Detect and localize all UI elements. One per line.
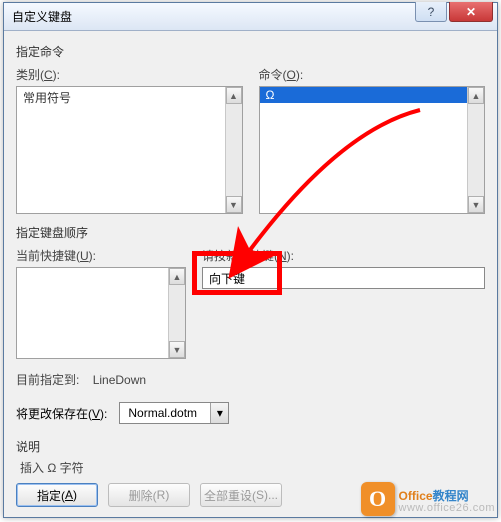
dialog-buttons: 指定(A) 删除(R) 全部重设(S)... [16,483,282,507]
command-label: 命令(O): [259,66,486,83]
command-listbox[interactable]: Ω ▲ ▼ [259,86,486,214]
current-shortcut-column: 当前快捷键(U): ▲ ▼ [16,247,186,359]
scroll-down-icon[interactable]: ▼ [226,196,242,213]
scroll-up-icon[interactable]: ▲ [468,87,484,104]
assign-button[interactable]: 指定(A) [16,483,98,507]
category-list-inner: 常用符号 [17,87,225,213]
command-row: 类别(C): 常用符号 ▲ ▼ 命令(O): [16,66,485,214]
dialog-title: 自定义键盘 [12,8,72,25]
scroll-up-icon[interactable]: ▲ [169,268,185,285]
watermark-url: www.office26.com [399,503,495,514]
currently-assigned-to: 目前指定到: LineDown [16,371,485,388]
reset-all-button: 全部重设(S)... [200,483,282,507]
close-icon: ✕ [466,5,476,19]
save-changes-line: 将更改保存在(V): Normal.dotm ▾ [16,402,485,424]
scroll-down-icon[interactable]: ▼ [468,196,484,213]
chevron-down-icon: ▾ [217,406,223,420]
new-shortcut-column: 请按新快捷键(N): [202,247,485,359]
help-icon: ? [428,5,435,19]
scroll-up-icon[interactable]: ▲ [226,87,242,104]
category-listbox[interactable]: 常用符号 ▲ ▼ [16,86,243,214]
watermark-text: Office教程网 www.office26.com [399,485,495,514]
watermark: O Office教程网 www.office26.com [361,482,495,516]
command-list-inner: Ω [260,87,468,213]
new-shortcut-label: 请按新快捷键(N): [202,247,485,264]
watermark-logo-icon: O [361,482,395,516]
titlebar-buttons: ? ✕ [415,2,493,22]
watermark-brand: Office教程网 [399,485,495,503]
command-scrollbar[interactable]: ▲ ▼ [467,87,484,213]
remove-button: 删除(R) [108,483,190,507]
customize-keyboard-dialog: 自定义键盘 ? ✕ 指定命令 类别(C): 常用符号 ▲ ▼ [3,2,498,518]
shortcut-row: 当前快捷键(U): ▲ ▼ 请按新快捷键(N): [16,247,485,359]
combo-dropdown-button[interactable]: ▾ [210,403,228,423]
category-label: 类别(C): [16,66,243,83]
help-button[interactable]: ? [415,2,447,22]
close-button[interactable]: ✕ [449,2,493,22]
dialog-body: 指定命令 类别(C): 常用符号 ▲ ▼ 命令(O): [4,31,497,484]
command-item-selected[interactable]: Ω [260,87,468,103]
scroll-down-icon[interactable]: ▼ [169,341,185,358]
save-in-combo[interactable]: Normal.dotm ▾ [119,402,229,424]
assigned-label: 目前指定到: [16,373,79,387]
category-scrollbar[interactable]: ▲ ▼ [225,87,242,213]
current-shortcut-label: 当前快捷键(U): [16,247,186,264]
current-shortcut-scrollbar[interactable]: ▲ ▼ [168,268,185,358]
description-text: 插入 Ω 字符 [20,459,485,476]
section-keyboard-sequence: 指定键盘顺序 [16,224,485,241]
save-in-label: 将更改保存在(V): [16,405,107,422]
description-section: 说明 插入 Ω 字符 [16,438,485,476]
command-column: 命令(O): Ω ▲ ▼ [259,66,486,214]
current-shortcut-listbox[interactable]: ▲ ▼ [16,267,186,359]
assigned-value: LineDown [93,373,146,387]
section-specify-command: 指定命令 [16,43,485,60]
new-shortcut-input[interactable] [202,267,485,289]
category-column: 类别(C): 常用符号 ▲ ▼ [16,66,243,214]
description-label: 说明 [16,438,485,455]
titlebar[interactable]: 自定义键盘 ? ✕ [4,3,497,31]
save-in-value: Normal.dotm [120,406,210,420]
category-item[interactable]: 常用符号 [17,87,225,108]
current-shortcut-inner [17,268,168,358]
